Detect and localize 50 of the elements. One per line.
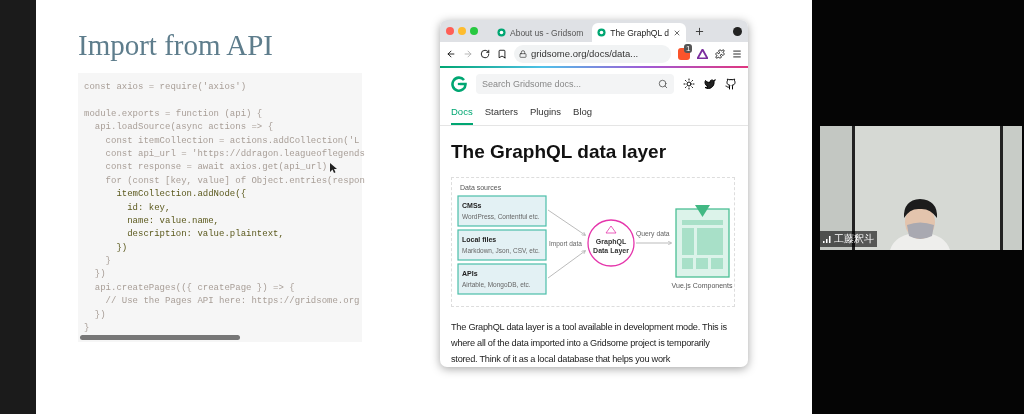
page-heading: The GraphQL data layer	[451, 140, 667, 164]
signal-icon	[823, 235, 831, 243]
address-field[interactable]: gridsome.org/docs/data...	[514, 44, 671, 63]
code-line: })	[93, 268, 106, 282]
puzzle-icon[interactable]	[715, 48, 725, 59]
code-line: })	[93, 308, 106, 322]
nav-link[interactable]: Starters	[484, 99, 518, 125]
new-tab-icon[interactable]	[694, 25, 705, 37]
menu-icon[interactable]	[732, 48, 742, 59]
code-line: const api_url = 'https://ddragon.leagueoflegends	[104, 147, 365, 161]
shield-icon[interactable]: 1	[678, 47, 690, 60]
code-line: api.createPages(({ createPage }) => {	[93, 281, 295, 295]
code-line: }	[104, 255, 111, 269]
github-icon[interactable]	[725, 77, 737, 90]
nav-link[interactable]: Plugins	[529, 99, 562, 125]
bird-icon[interactable]	[704, 77, 716, 90]
browser-tab[interactable]: About us - Gridsom	[492, 23, 589, 42]
paragraph: The GraphQL data layer is a tool available in development mode. This is where all of the data imported into a Gridsome project is temporarily stored. Think of it as a local database that helps you work	[451, 321, 728, 366]
code-line: const itemCollection = actions.addCollection('L	[104, 134, 360, 148]
code-line: name: value.name,	[126, 214, 220, 228]
bookmark-icon[interactable]	[497, 48, 507, 59]
nav-link[interactable]: Blog	[573, 99, 593, 125]
code-line: const response = await axios.get(api_url)	[104, 161, 328, 175]
cursor-icon	[330, 163, 337, 173]
code-line: }	[84, 322, 90, 336]
code-line: description: value.plaintext,	[126, 228, 284, 242]
close-icon[interactable]	[673, 28, 681, 37]
code-line: itemCollection.addNode({	[115, 188, 247, 202]
back-icon[interactable]	[446, 48, 456, 59]
browser-tab[interactable]: The GraphQL d	[592, 23, 686, 42]
slide-title: Import from API	[78, 28, 273, 62]
code-line: })	[115, 241, 128, 255]
participant-name: 工藤釈斗	[834, 232, 874, 246]
triangle-icon[interactable]	[697, 48, 708, 59]
code-line: // Use the Pages API here: https://gridsome.org	[104, 295, 360, 309]
code-line: const axios = require('axios')	[84, 81, 247, 94]
logo-icon	[497, 28, 506, 37]
logo-icon[interactable]	[451, 75, 467, 92]
search-icon	[658, 78, 668, 89]
code-line: id: key,	[126, 201, 171, 215]
count-badge: 1	[684, 43, 693, 53]
profile-icon[interactable]	[733, 26, 742, 36]
scrollbar-thumb[interactable]	[80, 335, 240, 340]
lock-icon	[519, 49, 527, 58]
reload-icon[interactable]	[480, 48, 490, 59]
code-line: for (const [key, value] of Object.entries(respon	[104, 174, 365, 188]
code-line: api.loadSource(async actions => {	[93, 121, 274, 135]
code-line: module.exports = function (api) {	[84, 107, 263, 121]
logo-icon	[597, 28, 607, 37]
sun-icon[interactable]	[683, 77, 695, 90]
